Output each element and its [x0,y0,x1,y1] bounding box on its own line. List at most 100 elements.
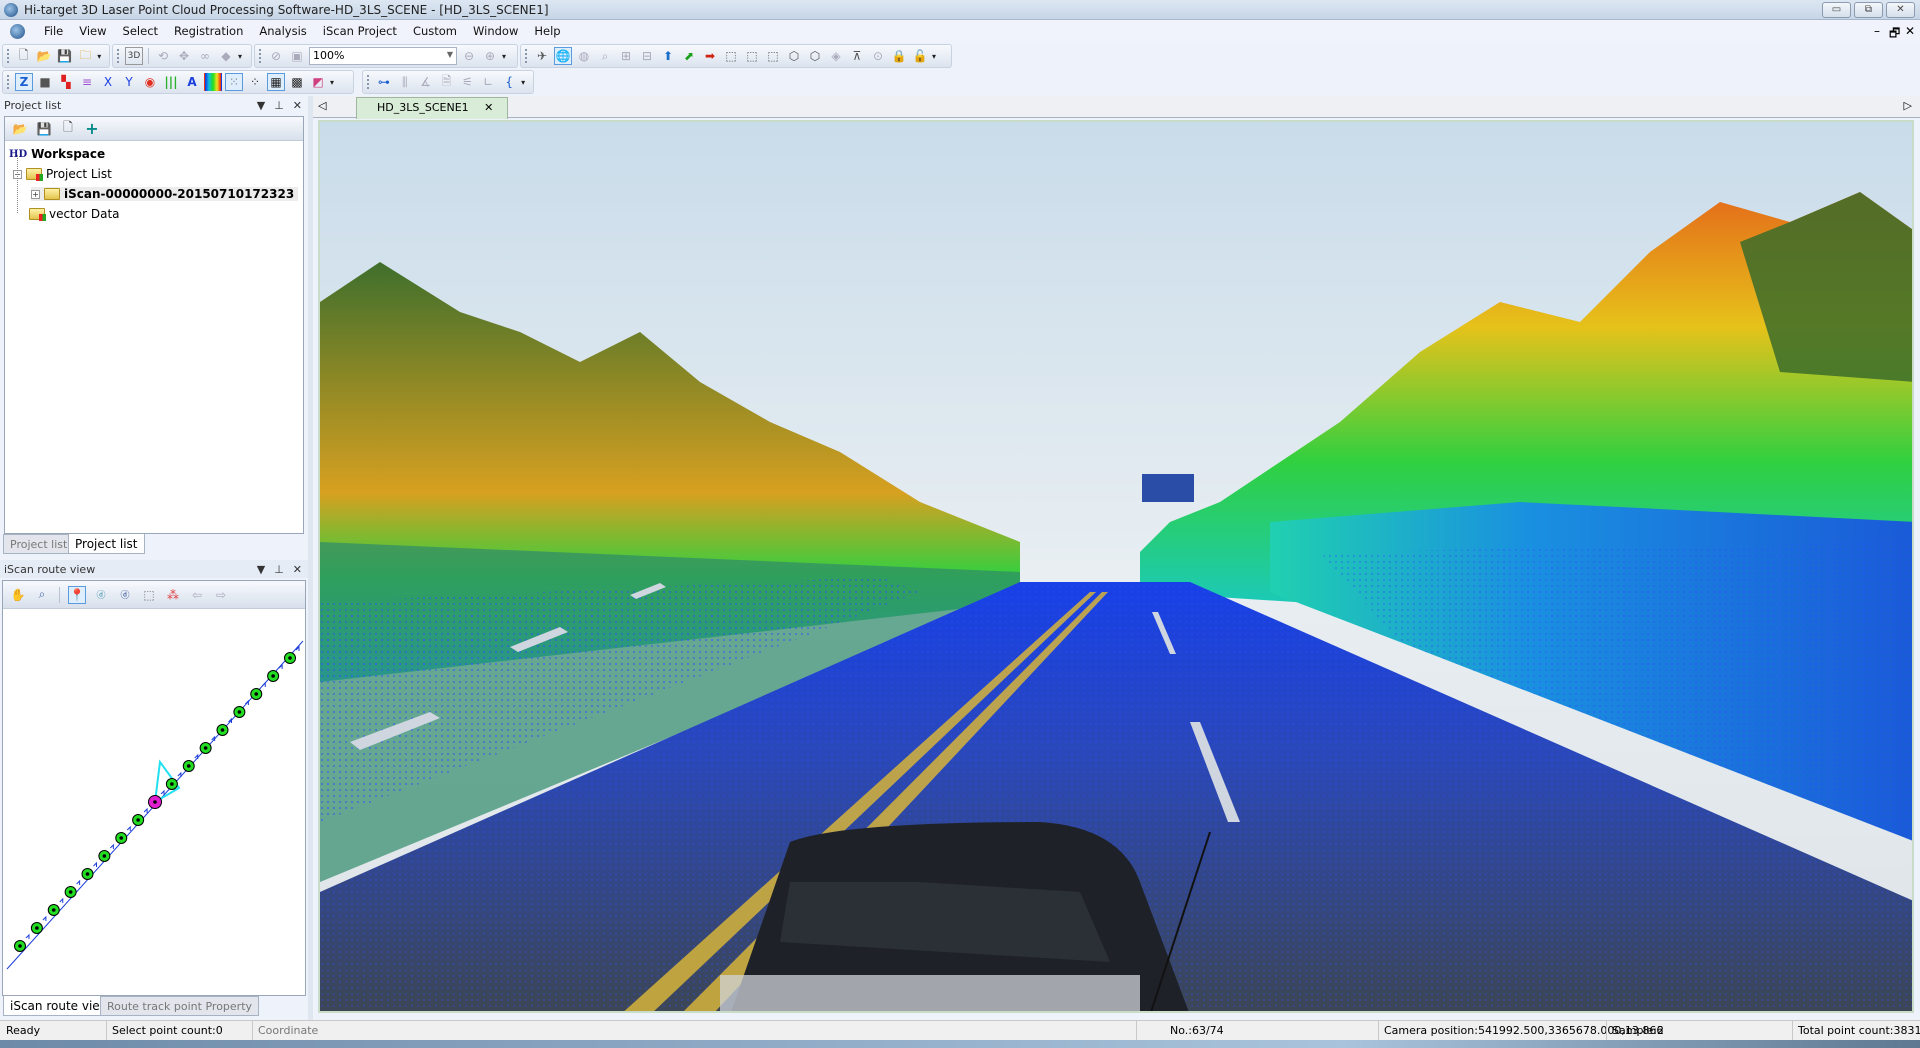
document-icon[interactable] [10,24,25,39]
save-icon[interactable]: 💾 [56,47,74,65]
id-icon[interactable]: ⓓ [92,586,110,604]
toolbar-overflow-icon[interactable]: ▾ [932,52,940,61]
new-project-icon[interactable]: 🗀 [77,47,95,65]
measure-angle-icon[interactable]: ∡ [417,73,435,91]
toolbar-overflow-icon[interactable]: ▾ [238,52,246,61]
tripod-icon[interactable]: ⊼ [848,47,866,65]
menu-window[interactable]: Window [465,24,526,38]
restore-button[interactable]: ⧉ [1854,2,1883,18]
pin-icon[interactable]: ⊥ [274,99,284,112]
open-folder-icon[interactable]: 📂 [36,47,54,65]
zoom-window-icon[interactable]: ⊞ [617,47,635,65]
color-spectrum-button[interactable]: ▮ [204,73,222,91]
toolbar-grip[interactable] [259,49,262,63]
new-icon[interactable]: 🗋 [59,120,77,138]
color-classes-button[interactable]: ≡ [78,73,96,91]
lock-icon[interactable]: 🔒 [890,47,908,65]
tab-close-icon[interactable]: ✕ [484,101,493,114]
add-icon[interactable]: + [83,119,101,138]
track-icon[interactable]: ⬚ [140,586,158,604]
toolbar-overflow-icon[interactable]: ▾ [502,52,510,61]
plane-icon[interactable]: ✈ [533,47,551,65]
view-3d-button[interactable]: 3D [125,47,143,65]
menu-select[interactable]: Select [115,24,166,38]
zoom-in-icon[interactable]: ⊕ [481,47,499,65]
route-map[interactable] [3,611,305,995]
toolbar-overflow-icon[interactable]: ▾ [330,78,338,87]
pin-location-icon[interactable]: 📍 [68,585,86,604]
id-outline-icon[interactable]: ⓓ [116,586,134,604]
mdi-minimize-button[interactable]: – [1874,24,1880,38]
arrow-right-icon[interactable]: ⇨ [212,586,230,604]
point-cloud-viewport[interactable] [318,120,1914,1013]
color-radial-button[interactable]: ◉ [141,73,159,91]
cube-iso2-icon[interactable]: ⬡ [806,47,824,65]
arrow-left-icon[interactable]: ⇦ [188,586,206,604]
tree-item-iscan-project[interactable]: + iScan-00000000-20150710172323 [31,187,299,201]
open-icon[interactable]: 📂 [11,120,29,138]
tab-route-track-point-property[interactable]: Route track point Property [100,996,260,1016]
panel-splitter[interactable] [308,96,313,1020]
toolbar-grip[interactable] [525,49,528,63]
box-front-icon[interactable]: ⬚ [722,47,740,65]
measure-distance-icon[interactable]: ⊶ [375,73,393,91]
pan-icon[interactable]: ✥ [175,47,193,65]
tab-project-list-2[interactable]: Project list [68,534,145,554]
color-attribute-button[interactable]: A [183,73,201,91]
link-icon[interactable]: ⊘ [267,47,285,65]
color-gray-button[interactable]: ■ [36,73,54,91]
toolbar-grip[interactable] [7,49,10,63]
rotate-icon[interactable]: ⟲ [154,47,172,65]
zoom-fit-icon[interactable]: ⊟ [638,47,656,65]
menu-iscan-project[interactable]: iScan Project [315,24,405,38]
menu-registration[interactable]: Registration [166,24,251,38]
minimize-button[interactable]: ▭ [1822,2,1851,18]
grid-globe-icon[interactable]: ◍ [575,47,593,65]
frame-icon[interactable]: ▣ [288,47,306,65]
menu-analysis[interactable]: Analysis [251,24,314,38]
expand-icon[interactable]: + [31,189,40,199]
save-icon[interactable]: 💾 [35,120,53,138]
color-ramp-button[interactable]: ◩ [309,73,327,91]
panel-menu-icon[interactable]: ▼ [257,563,265,576]
zoom-level-select[interactable]: 100% ▼ [309,47,457,65]
camera-up-icon[interactable]: ⬆ [659,47,677,65]
fly-icon[interactable]: ◆ [217,47,235,65]
mdi-close-button[interactable]: ✕ [1905,24,1915,38]
zoom-fit-icon[interactable]: ⌕ [33,586,51,604]
toolbar-overflow-icon[interactable]: ▾ [521,78,529,87]
tab-project-list-1[interactable]: Project list [3,534,75,554]
panel-menu-icon[interactable]: ▼ [257,99,265,112]
mdi-restore-button[interactable]: 🗗 [1889,24,1900,45]
zoom-out-icon[interactable]: ⊖ [460,47,478,65]
color-bands-button[interactable]: ||| [162,73,180,91]
point-size-medium-button[interactable]: ⁘ [246,73,264,91]
close-button[interactable]: ✕ [1886,2,1915,18]
point-size-xlarge-button[interactable]: ▩ [288,73,306,91]
box-side-icon[interactable]: ⬚ [743,47,761,65]
points-icon[interactable]: ⁂ [164,586,182,604]
toolbar-grip[interactable] [117,49,120,63]
new-file-icon[interactable]: 🗋 [15,47,33,65]
box-top-icon[interactable]: ⬚ [764,47,782,65]
zoom-extent-icon[interactable]: ⌕ [596,47,614,65]
filter-icon[interactable]: ⚟ [458,73,476,91]
hand-icon[interactable]: ✋ [9,586,27,604]
measure-height-icon[interactable]: ⫼ [396,73,414,91]
camera-forward-icon[interactable]: ⬈ [680,47,698,65]
axis-icon[interactable]: ∟ [479,73,497,91]
tree-item-vector-data[interactable]: vector Data [29,207,120,221]
color-rgb-button[interactable]: ▚ [57,73,75,91]
scroll-tabs-right-icon[interactable]: ▷ [1904,99,1912,112]
point-size-small-button[interactable]: ⁙ [225,73,243,91]
scroll-tabs-left-icon[interactable]: ◁ [318,99,326,112]
unlock-icon[interactable]: 🔓 [911,47,929,65]
cube-iso-icon[interactable]: ⬡ [785,47,803,65]
tree-item-workspace[interactable]: HD Workspace [9,147,105,161]
globe-icon[interactable]: 🌐 [554,47,572,65]
script-icon[interactable]: { [500,73,518,91]
orbit-icon[interactable]: ∞ [196,47,214,65]
color-by-x-button[interactable]: X [99,73,117,91]
toolbar-grip[interactable] [7,75,10,89]
camera-back-icon[interactable]: ➡ [701,47,719,65]
